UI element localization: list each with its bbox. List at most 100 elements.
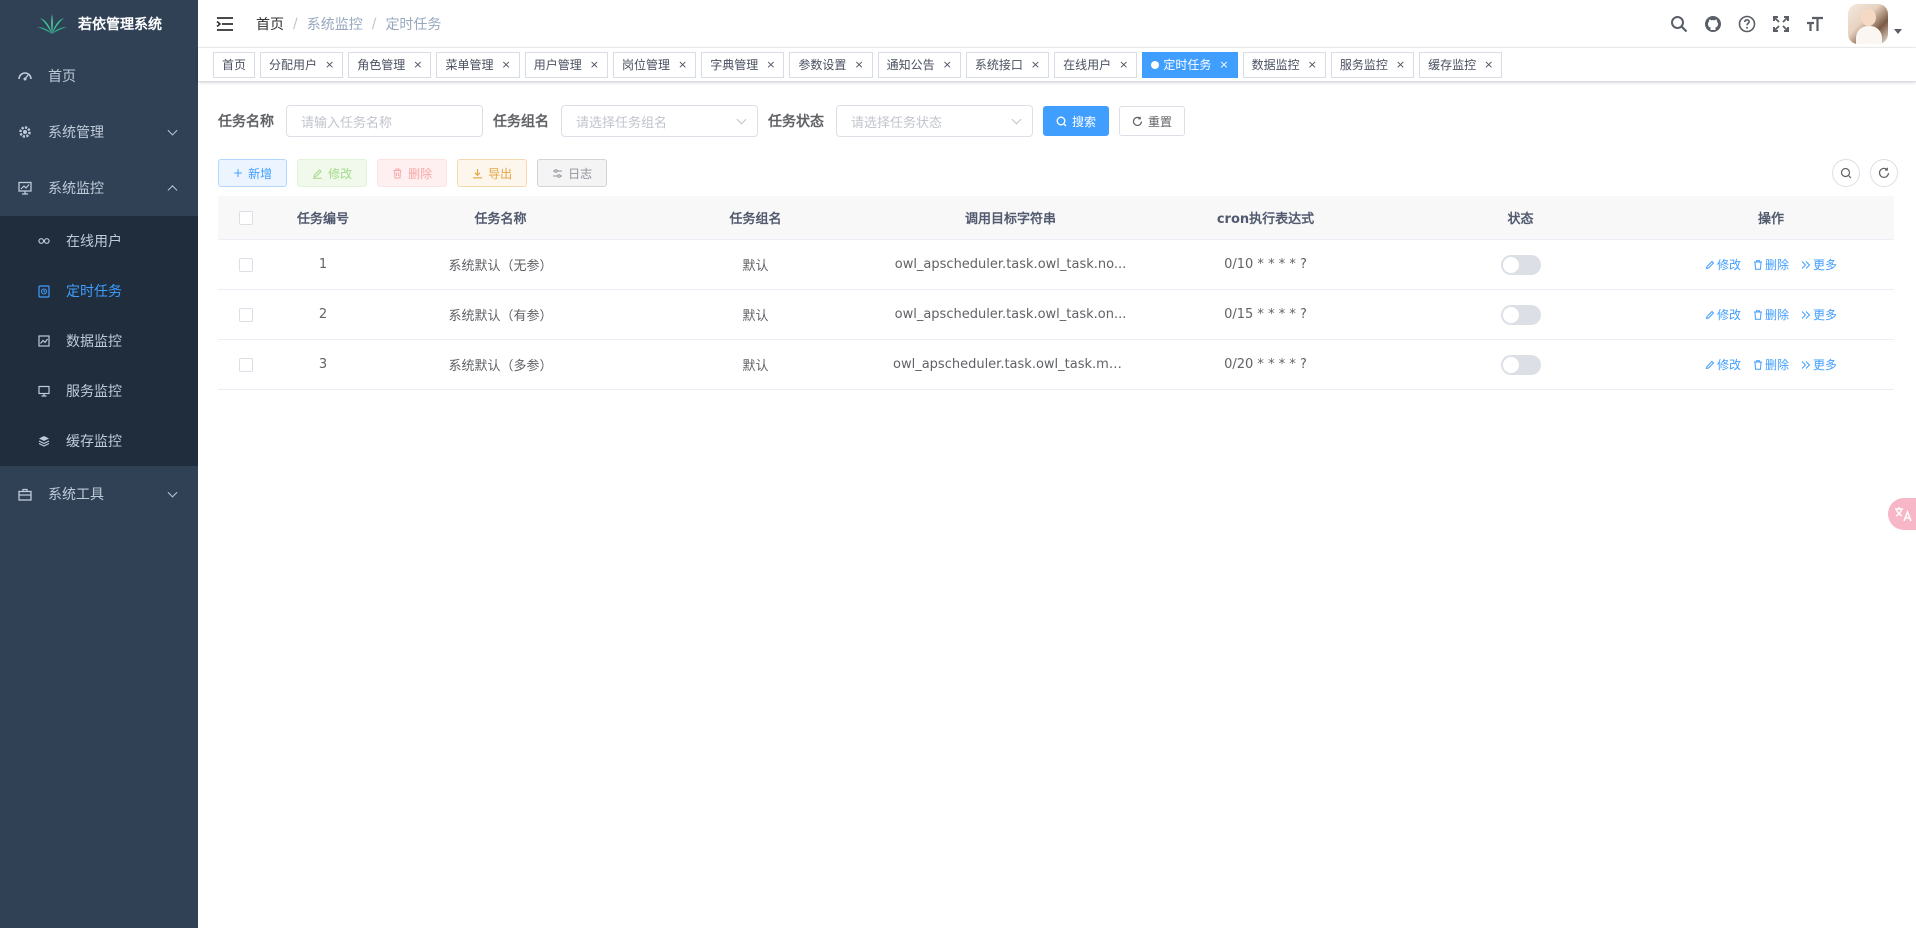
row-more-link[interactable]: 更多 bbox=[1801, 306, 1837, 323]
sidebar-item-job[interactable]: 定时任务 bbox=[0, 266, 198, 316]
logo[interactable]: 若依管理系统 bbox=[0, 0, 198, 48]
close-icon[interactable]: × bbox=[678, 58, 687, 71]
delete-button[interactable]: 删除 bbox=[377, 159, 448, 187]
edit-button[interactable]: 修改 bbox=[297, 159, 368, 187]
close-icon[interactable]: × bbox=[325, 58, 334, 71]
edit-icon bbox=[313, 168, 323, 179]
avatar[interactable] bbox=[1848, 4, 1888, 44]
row-delete-link[interactable]: 删除 bbox=[1753, 256, 1789, 273]
status-cell bbox=[1393, 304, 1648, 325]
close-icon[interactable]: × bbox=[1484, 58, 1493, 71]
task-name-input[interactable]: 请输入任务名称 bbox=[286, 105, 483, 137]
tag-item[interactable]: 在线用户 × bbox=[1054, 51, 1138, 78]
tag-item[interactable]: 通知公告 × bbox=[877, 51, 961, 78]
add-button[interactable]: + 新增 bbox=[218, 159, 288, 187]
tag-item[interactable]: 服务监控 × bbox=[1330, 51, 1415, 78]
row-more-link[interactable]: 更多 bbox=[1801, 356, 1837, 373]
tag-item[interactable]: 岗位管理 × bbox=[612, 51, 697, 78]
breadcrumb-item[interactable]: 首页 bbox=[256, 14, 284, 34]
tag-home[interactable]: 首页 bbox=[213, 51, 256, 78]
close-icon[interactable]: × bbox=[943, 58, 952, 71]
tag-label: 菜单管理 bbox=[445, 58, 494, 72]
tag-item[interactable]: 缓存监控 × bbox=[1419, 51, 1503, 78]
log-button[interactable]: 日志 bbox=[537, 159, 608, 187]
tag-item[interactable]: 参数设置 × bbox=[789, 51, 873, 78]
select-all-checkbox[interactable] bbox=[238, 210, 253, 225]
github-icon[interactable] bbox=[1704, 15, 1722, 33]
sidebar-item-server[interactable]: 服务监控 bbox=[0, 366, 198, 416]
close-icon[interactable]: × bbox=[1119, 58, 1128, 71]
sidebar-item-home[interactable]: 首页 bbox=[0, 48, 198, 104]
fullscreen-icon[interactable] bbox=[1772, 15, 1790, 33]
translate-float-button[interactable] bbox=[1888, 498, 1916, 530]
row-more-link[interactable]: 更多 bbox=[1801, 256, 1837, 273]
toolbar: + 新增 修改 删除 导出 日志 bbox=[218, 158, 1898, 188]
close-icon[interactable]: × bbox=[1219, 58, 1228, 71]
row-checkbox[interactable] bbox=[238, 307, 253, 322]
reset-button[interactable]: 重置 bbox=[1119, 106, 1186, 136]
sidebar-item-label: 系统监控 bbox=[48, 181, 104, 197]
tag-item[interactable]: 分配用户 × bbox=[260, 51, 344, 78]
tag-item[interactable]: 字典管理 × bbox=[701, 51, 785, 78]
task-group-cell: 默认 bbox=[742, 259, 769, 274]
tag-label: 角色管理 bbox=[357, 58, 406, 72]
search-icon[interactable] bbox=[1670, 15, 1688, 33]
sidebar-item-system[interactable]: 系统管理 bbox=[0, 104, 198, 160]
task-target-cell: owl_apscheduler.task.owl_task.mu... bbox=[893, 357, 1130, 372]
font-size-icon[interactable] bbox=[1806, 15, 1824, 33]
close-icon[interactable]: × bbox=[590, 58, 599, 71]
tag-item[interactable]: 数据监控 × bbox=[1242, 51, 1326, 78]
sidebar-item-online[interactable]: 在线用户 bbox=[0, 216, 198, 266]
sidebar-item-tool[interactable]: 系统工具 bbox=[0, 466, 198, 522]
tag-item[interactable]: 系统接口 × bbox=[965, 51, 1050, 78]
header-cell: cron执行表达式 bbox=[1216, 212, 1315, 227]
tag-label: 岗位管理 bbox=[621, 58, 670, 72]
tag-item[interactable]: 用户管理 × bbox=[524, 51, 608, 78]
close-icon[interactable]: × bbox=[413, 58, 422, 71]
sidebar-item-redis[interactable]: 缓存监控 bbox=[0, 416, 198, 466]
row-delete-link[interactable]: 删除 bbox=[1753, 356, 1789, 373]
task-group-cell: 默认 bbox=[742, 309, 769, 324]
row-checkbox[interactable] bbox=[238, 257, 253, 272]
refresh-button[interactable] bbox=[1870, 159, 1898, 187]
task-status-select[interactable]: 请选择任务状态 bbox=[836, 105, 1033, 137]
refresh-icon bbox=[1132, 116, 1143, 126]
sidebar-item-druid[interactable]: 数据监控 bbox=[0, 316, 198, 366]
server-icon bbox=[38, 385, 50, 397]
row-delete-link[interactable]: 删除 bbox=[1753, 306, 1789, 323]
row-checkbox[interactable] bbox=[238, 357, 253, 372]
tag-label: 服务监控 bbox=[1339, 58, 1388, 72]
tags-view: 首页 分配用户 × 角色管理 × 菜单管理 × 用户管理 × 岗位管理 × 字典管理 × 参… bbox=[198, 48, 1916, 82]
toolbox-icon bbox=[18, 487, 32, 501]
toggle-search-button[interactable] bbox=[1832, 159, 1860, 187]
close-icon[interactable]: × bbox=[854, 58, 863, 71]
search-button[interactable]: 搜索 bbox=[1043, 106, 1110, 136]
status-switch[interactable] bbox=[1500, 354, 1541, 375]
close-icon[interactable]: × bbox=[1396, 58, 1405, 71]
status-switch[interactable] bbox=[1500, 254, 1541, 275]
download-icon bbox=[473, 168, 483, 178]
table-header: 任务编号 任务名称 任务组名 调用目标字符串 cron执行表达式 状态 操作 bbox=[218, 196, 1894, 240]
task-group-select[interactable]: 请选择任务组名 bbox=[561, 105, 758, 137]
tag-item-active[interactable]: 定时任务 × bbox=[1142, 51, 1238, 78]
sidebar: 若依管理系统 首页 系统管理 系统监控 在线用户 定时任务 数据监控 服务监控 … bbox=[0, 0, 198, 928]
row-edit-link[interactable]: 修改 bbox=[1705, 306, 1741, 323]
row-more-label: 更多 bbox=[1813, 308, 1838, 322]
tag-label: 首页 bbox=[222, 58, 247, 72]
row-edit-link[interactable]: 修改 bbox=[1705, 356, 1741, 373]
tag-item[interactable]: 菜单管理 × bbox=[436, 51, 520, 78]
close-icon[interactable]: × bbox=[766, 58, 775, 71]
export-button[interactable]: 导出 bbox=[457, 159, 528, 187]
caret-down-icon[interactable] bbox=[1894, 28, 1902, 34]
close-icon[interactable]: × bbox=[1031, 58, 1040, 71]
breadcrumb-separator: / bbox=[371, 15, 377, 32]
help-icon[interactable] bbox=[1738, 15, 1756, 33]
close-icon[interactable]: × bbox=[1308, 58, 1317, 71]
task-cron-cell: 0/10 * * * * ? bbox=[1224, 257, 1307, 272]
hamburger-icon[interactable] bbox=[216, 16, 234, 32]
tag-item[interactable]: 角色管理 × bbox=[348, 51, 432, 78]
close-icon[interactable]: × bbox=[502, 58, 511, 71]
row-edit-link[interactable]: 修改 bbox=[1705, 256, 1741, 273]
status-switch[interactable] bbox=[1500, 304, 1541, 325]
sidebar-item-monitor[interactable]: 系统监控 bbox=[0, 160, 198, 216]
